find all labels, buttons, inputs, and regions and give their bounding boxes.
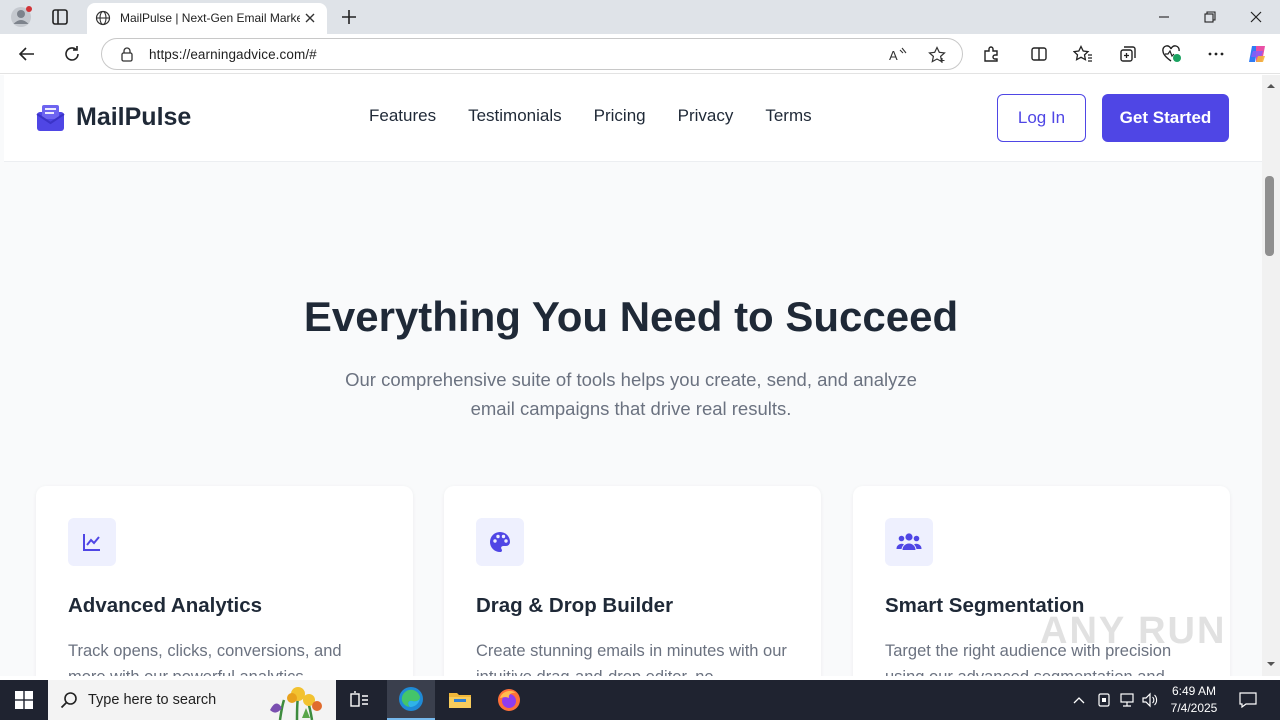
web-page: MailPulse Features Testimonials Pricing … — [0, 75, 1262, 676]
taskbar-firefox[interactable] — [485, 680, 533, 720]
more-dots-icon — [1208, 52, 1224, 56]
device-icon — [1098, 693, 1110, 707]
close-icon — [1250, 11, 1262, 23]
nav-link-testimonials[interactable]: Testimonials — [468, 106, 562, 126]
feature-title: Drag & Drop Builder — [476, 594, 674, 617]
browser-tab[interactable]: MailPulse | Next-Gen Email Marke — [87, 3, 327, 34]
feature-card-analytics: Advanced Analytics Track opens, clicks, … — [36, 486, 413, 676]
chart-line-icon — [68, 518, 116, 566]
browser-essentials-button[interactable] — [1160, 42, 1184, 66]
refresh-button[interactable] — [60, 42, 84, 66]
chevron-up-icon — [1073, 697, 1085, 704]
nav-link-features[interactable]: Features — [369, 106, 436, 126]
restore-icon — [1204, 11, 1216, 23]
show-hidden-icons-button[interactable] — [1069, 690, 1089, 710]
collections-icon — [1120, 46, 1136, 62]
copilot-button[interactable] — [1245, 42, 1269, 66]
edge-browser-icon — [399, 687, 423, 711]
users-icon — [885, 518, 933, 566]
main-nav: Features Testimonials Pricing Privacy Te… — [369, 106, 812, 126]
tray-device-icon[interactable] — [1094, 690, 1114, 710]
task-view-icon — [350, 691, 368, 707]
get-started-button[interactable]: Get Started — [1102, 94, 1229, 142]
favorites-icon — [1073, 45, 1092, 62]
notification-center-button[interactable] — [1237, 690, 1259, 710]
svg-text:A: A — [889, 48, 898, 63]
minimize-button[interactable] — [1141, 0, 1187, 34]
url-text: https://earningadvice.com/# — [149, 47, 317, 62]
settings-more-button[interactable] — [1204, 42, 1228, 66]
speaker-icon — [1142, 692, 1158, 708]
tab-actions-icon[interactable] — [50, 7, 70, 27]
section-title: Everything You Need to Succeed — [303, 293, 959, 340]
firefox-icon — [498, 689, 520, 711]
taskbar-clock[interactable]: 6:49 AM 7/4/2025 — [1166, 683, 1222, 717]
section-subtitle: Our comprehensive suite of tools helps y… — [345, 369, 917, 419]
close-tab-icon[interactable] — [303, 11, 317, 25]
feature-description: Create stunning emails in minutes with o… — [476, 642, 787, 676]
read-aloud-icon[interactable]: A — [889, 47, 907, 63]
brand-name: MailPulse — [76, 103, 192, 131]
windows-logo-icon — [15, 691, 33, 709]
page-scrollbar[interactable] — [1262, 75, 1280, 676]
browser-toolbar: https://earningadvice.com/# A — [0, 34, 1280, 74]
profile-icon[interactable] — [10, 6, 32, 28]
tab-title: MailPulse | Next-Gen Email Marke — [120, 11, 300, 25]
taskbar-search-box[interactable]: Type here to search — [48, 680, 336, 720]
search-placeholder: Type here to search — [88, 692, 217, 708]
palette-icon — [476, 518, 524, 566]
taskbar-edge[interactable] — [387, 680, 435, 720]
feature-card-builder: Drag & Drop Builder Create stunning emai… — [444, 486, 821, 676]
nav-link-terms[interactable]: Terms — [765, 106, 811, 126]
tab-strip: MailPulse | Next-Gen Email Marke — [0, 0, 1280, 34]
back-button[interactable] — [15, 42, 39, 66]
start-button[interactable] — [0, 680, 48, 720]
flowers-decoration-icon — [270, 687, 322, 720]
network-icon — [1120, 693, 1134, 707]
watermark-logo: ANY RUN — [1040, 610, 1227, 652]
tray-network-icon[interactable] — [1117, 690, 1137, 710]
site-info-icon[interactable] — [119, 47, 135, 63]
folder-icon — [449, 693, 471, 708]
heartbeat-icon — [1162, 45, 1181, 62]
new-tab-icon[interactable] — [338, 6, 360, 28]
favorite-star-icon[interactable] — [928, 46, 946, 64]
scroll-up-icon[interactable] — [1266, 81, 1276, 91]
minimize-icon — [1159, 16, 1169, 18]
copilot-icon — [1249, 46, 1265, 62]
split-screen-button[interactable] — [1027, 42, 1051, 66]
site-header: MailPulse Features Testimonials Pricing … — [4, 75, 1262, 162]
restore-button[interactable] — [1187, 0, 1233, 34]
search-icon — [60, 692, 77, 709]
clock-time: 6:49 AM — [1171, 684, 1217, 698]
taskbar: Type here to search 6:49 AM 7/4/2025 — [0, 680, 1280, 720]
scroll-down-icon[interactable] — [1266, 659, 1276, 669]
login-button[interactable]: Log In — [997, 94, 1086, 142]
mail-logo-icon — [36, 105, 65, 131]
back-arrow-icon — [18, 47, 34, 61]
nav-link-pricing[interactable]: Pricing — [594, 106, 646, 126]
favorites-button[interactable] — [1071, 42, 1095, 66]
tray-volume-icon[interactable] — [1140, 690, 1160, 710]
address-bar[interactable]: https://earningadvice.com/# A — [101, 38, 963, 70]
globe-icon — [95, 10, 111, 26]
extensions-button[interactable] — [979, 42, 1003, 66]
brand-logo[interactable]: MailPulse — [36, 103, 191, 132]
taskbar-file-explorer[interactable] — [436, 680, 484, 720]
close-window-button[interactable] — [1233, 0, 1279, 34]
refresh-icon — [65, 46, 79, 61]
task-view-button[interactable] — [336, 680, 384, 720]
collections-button[interactable] — [1116, 42, 1140, 66]
split-screen-icon — [1031, 47, 1047, 61]
scrollbar-thumb[interactable] — [1265, 176, 1274, 256]
feature-description: Track opens, clicks, conversions, and mo… — [68, 642, 342, 676]
puzzle-icon — [984, 46, 998, 62]
clock-date: 7/4/2025 — [1170, 701, 1218, 715]
notification-icon — [1239, 692, 1257, 708]
nav-link-privacy[interactable]: Privacy — [678, 106, 734, 126]
feature-title: Advanced Analytics — [68, 594, 263, 617]
